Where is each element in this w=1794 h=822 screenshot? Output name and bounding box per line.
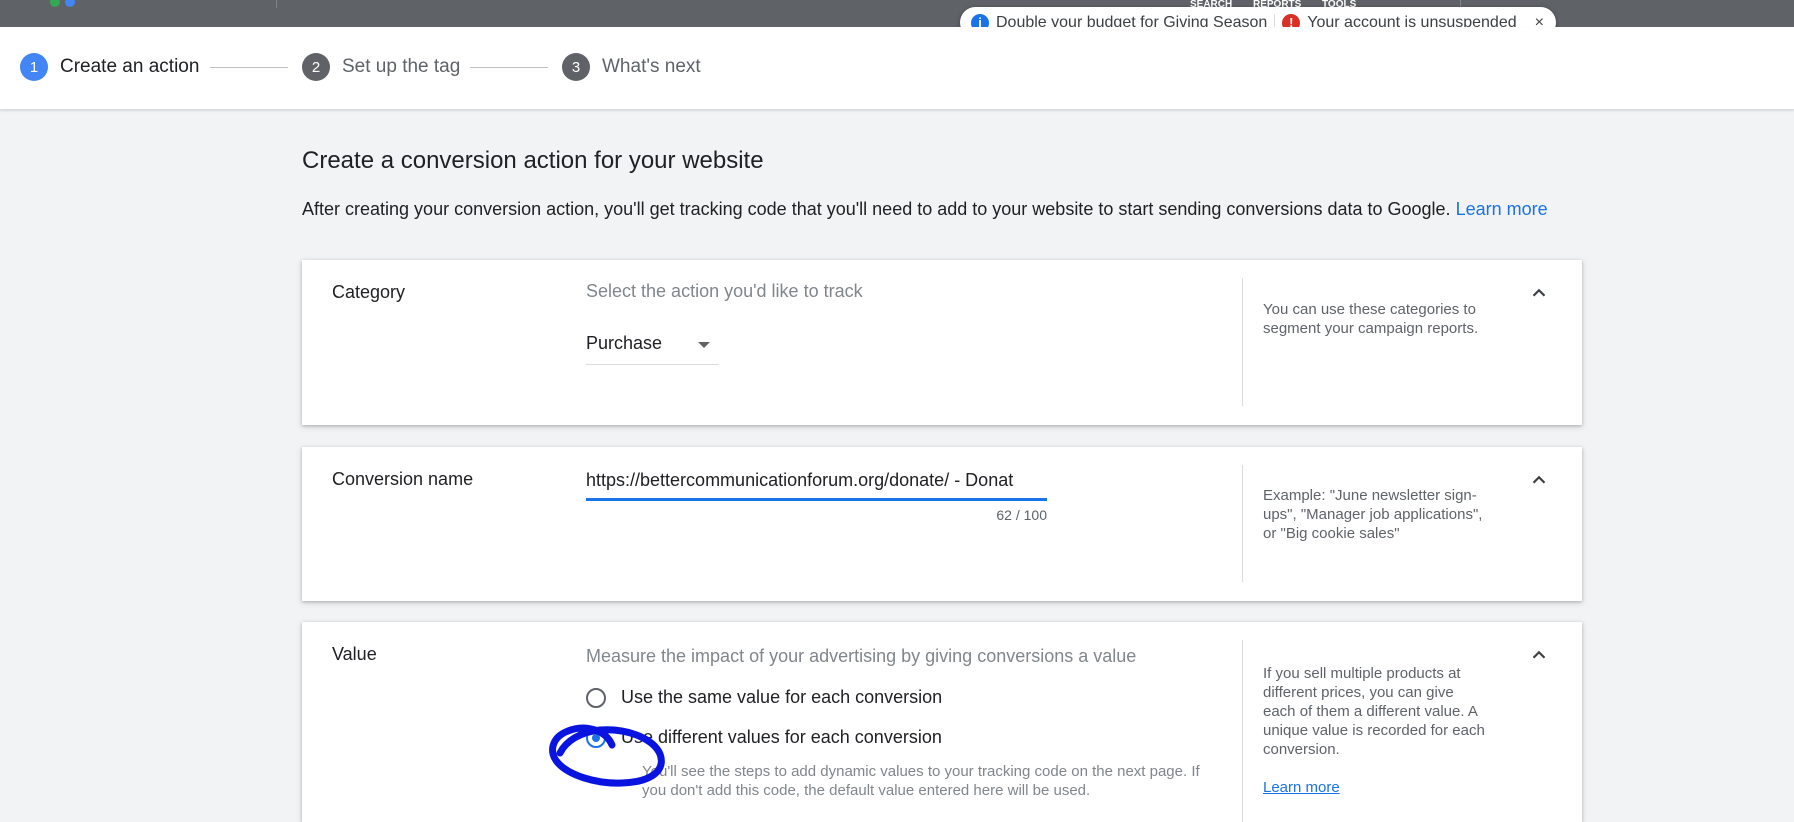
chevron-up-icon[interactable] [1528,644,1550,666]
page-title: Create a conversion action for your webs… [302,147,764,174]
same-value-option[interactable]: Use the same value for each conversion [586,687,942,708]
intro-body: After creating your conversion action, y… [302,199,1451,219]
value-description: Measure the impact of your advertising b… [586,646,1137,666]
divider [1242,278,1243,406]
step-number: 1 [20,53,48,81]
category-select[interactable]: Purchase [586,323,719,365]
value-title: Value [332,644,377,664]
step-label: Set up the tag [342,56,461,77]
category-help-text: You can use these categories to segment … [1263,301,1479,337]
divider [1242,640,1243,822]
category-title: Category [332,282,406,302]
value-help-text: If you sell multiple products at differe… [1263,665,1485,758]
step-label: Create an action [60,56,200,77]
intro-text: After creating your conversion action, y… [302,198,1572,221]
radio-button[interactable] [586,727,606,748]
conversion-name-card: Conversion name 62 / 100 Example: "June … [302,447,1582,601]
step-number: 2 [302,53,330,81]
character-counter: 62 / 100 [996,507,1047,523]
chevron-up-icon[interactable] [1528,469,1550,491]
step-whats-next[interactable]: 3 What's next [562,53,701,81]
google-ads-logo [50,0,80,12]
conversion-name-title: Conversion name [332,469,474,489]
dynamic-value-note: You'll see the steps to add dynamic valu… [642,763,1200,799]
category-description: Select the action you'd like to track [586,281,863,301]
category-selected-value: Purchase [586,333,663,353]
conversion-name-field[interactable] [586,461,1047,501]
step-label: What's next [602,56,701,77]
step-connector [470,67,548,68]
stepper [0,27,1794,110]
radio-button[interactable] [586,687,606,708]
step-connector [210,67,288,68]
conversion-name-help-text: Example: "June newsletter sign-ups", "Ma… [1263,487,1483,542]
step-create-action[interactable]: 1 Create an action [20,53,199,81]
different-values-option[interactable]: Use different values for each conversion [586,727,942,748]
dropdown-arrow-icon [698,342,710,348]
divider [1242,465,1243,582]
radio-label: Use different values for each conversion [621,727,942,747]
conversion-name-input[interactable] [586,461,1047,491]
step-number: 3 [562,53,590,81]
value-card: Value Measure the impact of your adverti… [302,622,1582,822]
radio-label: Use the same value for each conversion [621,687,943,707]
value-learn-more-link[interactable]: Learn more [1263,778,1489,797]
step-set-up-tag[interactable]: 2 Set up the tag [302,53,460,81]
divider [276,0,277,8]
chevron-up-icon[interactable] [1528,282,1550,304]
category-card: Category Select the action you'd like to… [302,260,1582,425]
learn-more-link[interactable]: Learn more [1456,199,1548,219]
